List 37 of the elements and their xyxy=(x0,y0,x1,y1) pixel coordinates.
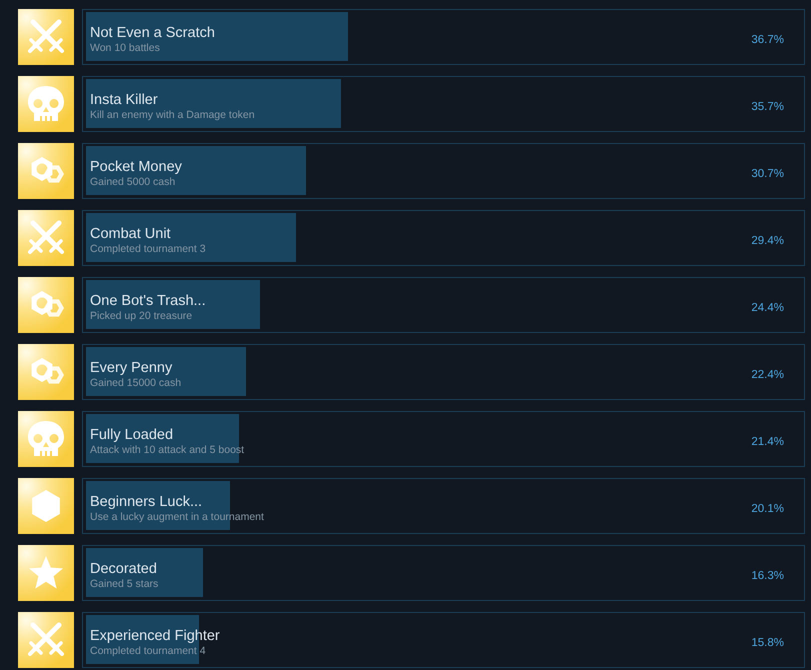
achievement-description: Completed tournament 4 xyxy=(90,644,206,658)
achievement-title: Decorated xyxy=(90,560,157,578)
crossed-swords-icon xyxy=(18,210,74,266)
achievement-description: Picked up 20 treasure xyxy=(90,310,192,322)
achievement-description: Use a lucky augment in a tournament xyxy=(90,510,264,524)
hex-nuts-icon xyxy=(18,143,74,199)
unlock-percentage: 24.4% xyxy=(751,302,784,314)
hex-nuts-icon xyxy=(18,277,74,333)
achievement-title: Fully Loaded xyxy=(90,426,174,444)
unlock-percentage: 36.7% xyxy=(751,34,784,46)
skull-icon xyxy=(18,76,74,132)
achievement-title: Every Penny xyxy=(90,360,172,376)
unlock-percentage: 29.4% xyxy=(751,234,784,246)
achievement-title: Pocket Money xyxy=(90,158,182,176)
achievement-description: Completed tournament 3 xyxy=(90,242,206,256)
achievement-title: Beginners Luck... xyxy=(90,494,202,510)
unlock-percentage: 20.1% xyxy=(751,502,784,514)
unlock-percentage: 21.4% xyxy=(751,436,784,448)
achievement-description: Won 10 battles xyxy=(90,42,160,54)
achievement-description: Gained 5 stars xyxy=(90,578,158,590)
unlock-percentage: 35.7% xyxy=(751,100,784,112)
achievement-title: Insta Killer xyxy=(90,92,158,108)
achievement-title: Not Even a Scratch xyxy=(90,24,215,42)
skull-icon xyxy=(18,411,74,467)
crossed-swords-icon xyxy=(18,9,74,65)
achievement-description: Gained 5000 cash xyxy=(90,176,176,188)
crossed-swords-icon xyxy=(18,612,74,668)
unlock-percentage: 15.8% xyxy=(751,636,784,648)
hex-nuts-icon xyxy=(18,344,74,400)
unlock-percentage: 16.3% xyxy=(751,570,784,582)
achievement-description: Gained 15000 cash xyxy=(90,376,182,390)
achievement-title: Combat Unit xyxy=(90,226,171,242)
unlock-percentage: 22.4% xyxy=(751,368,784,380)
achievement-description: Kill an enemy with a Damage token xyxy=(90,108,255,122)
achievement-title: Experienced Fighter xyxy=(90,628,220,644)
unlock-percentage: 30.7% xyxy=(751,168,784,180)
achievement-title: One Bot's Trash... xyxy=(90,292,206,310)
